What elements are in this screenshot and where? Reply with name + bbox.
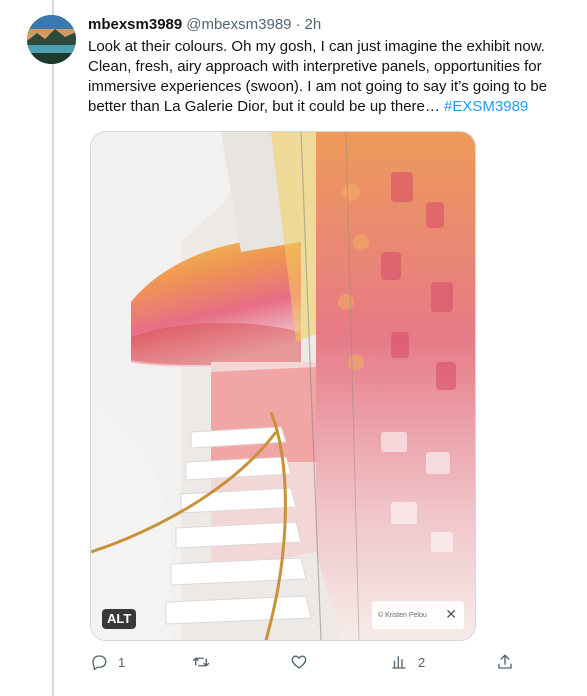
views-count: 2 — [418, 654, 426, 670]
analytics-icon — [392, 656, 406, 669]
tweet-actions: 1 2 — [88, 653, 518, 675]
avatar-image — [27, 15, 76, 64]
retweet-icon — [192, 657, 210, 667]
avatar[interactable] — [27, 15, 76, 64]
tweet-header: mbexsm3989 @mbexsm3989 · 2h — [88, 15, 568, 35]
thread-line — [52, 0, 54, 696]
photo-credit: © Kristen Pelou ✕ — [372, 601, 464, 629]
heart-icon — [291, 655, 307, 669]
reply-count: 1 — [118, 654, 126, 670]
tweet-content: mbexsm3989 @mbexsm3989 · 2h Look at thei… — [88, 15, 568, 117]
share-icon — [498, 654, 512, 669]
tweet-text: Look at their colours. Oh my gosh, I can… — [88, 37, 558, 117]
share-button[interactable] — [496, 653, 514, 671]
reply-button[interactable]: 1 — [90, 653, 125, 671]
alt-badge[interactable]: ALT — [102, 609, 137, 629]
user-handle[interactable]: @mbexsm3989 — [186, 15, 291, 35]
display-name[interactable]: mbexsm3989 — [88, 15, 182, 35]
photo-credit-text: © Kristen Pelou — [378, 611, 427, 619]
reply-icon — [92, 655, 107, 671]
views-button[interactable]: 2 — [390, 653, 425, 671]
like-button[interactable] — [290, 653, 318, 671]
tweet-photo[interactable]: ALT © Kristen Pelou ✕ — [90, 131, 476, 641]
hashtag-link[interactable]: #EXSM3989 — [444, 98, 528, 115]
retweet-button[interactable] — [192, 653, 220, 671]
gallery-photo — [91, 132, 475, 640]
timestamp[interactable]: 2h — [305, 15, 322, 35]
close-icon[interactable]: ✕ — [445, 607, 457, 621]
separator-dot: · — [295, 16, 301, 33]
